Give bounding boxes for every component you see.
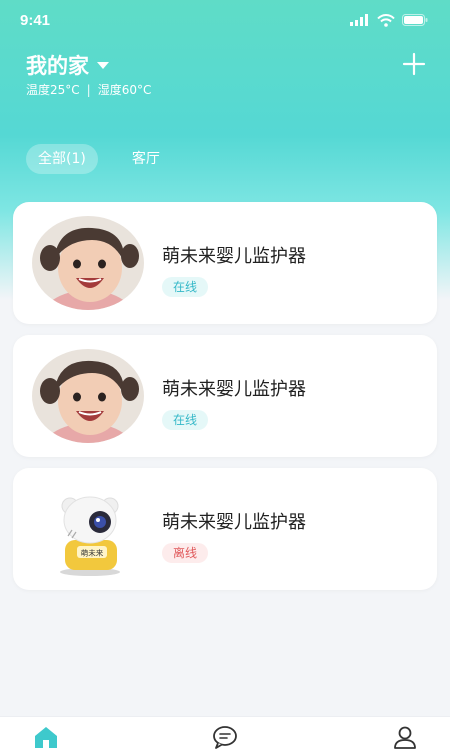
wifi-icon <box>377 13 395 27</box>
baby-photo <box>32 349 144 443</box>
status-badge: 离线 <box>162 543 209 563</box>
camera-logo-text: 萌未来 <box>81 548 104 558</box>
room-tabs: 全部(1) 客厅 <box>26 144 172 174</box>
chevron-down-icon <box>97 61 109 69</box>
device-name: 萌未来婴儿监护器 <box>162 512 306 533</box>
status-badge: 在线 <box>162 410 209 430</box>
home-icon[interactable] <box>32 725 60 749</box>
user-icon[interactable] <box>391 725 419 749</box>
tab-all[interactable]: 全部(1) <box>26 144 98 174</box>
add-device-button[interactable] <box>402 52 426 76</box>
battery-icon <box>402 14 428 26</box>
device-name: 萌未来婴儿监护器 <box>162 246 306 267</box>
status-bar: 9:41 <box>0 0 450 40</box>
status-time: 9:41 <box>20 11 51 29</box>
device-card[interactable]: 萌未来婴儿监护器 在线 <box>13 335 437 457</box>
humidity-text: 湿度60°C <box>97 83 152 97</box>
device-name: 萌未来婴儿监护器 <box>162 379 306 400</box>
baby-photo <box>32 216 144 310</box>
status-badge: 在线 <box>162 277 209 297</box>
message-icon[interactable] <box>211 725 239 749</box>
temperature-text: 温度25°C <box>26 83 80 97</box>
device-card[interactable]: 萌未来 萌未来婴儿监护器 离线 <box>13 468 437 590</box>
device-card[interactable]: 萌未来婴儿监护器 在线 <box>13 202 437 324</box>
status-icons <box>350 13 428 27</box>
bottom-nav <box>0 716 450 750</box>
home-title: 我的家 <box>26 54 89 78</box>
environment-info: 温度25°C | 湿度60°C <box>26 81 151 98</box>
home-selector[interactable]: 我的家 <box>26 50 109 80</box>
separator: | <box>86 82 91 97</box>
signal-icon <box>350 14 368 26</box>
tab-living-room[interactable]: 客厅 <box>120 144 172 174</box>
camera-robot-image: 萌未来 <box>32 482 144 576</box>
